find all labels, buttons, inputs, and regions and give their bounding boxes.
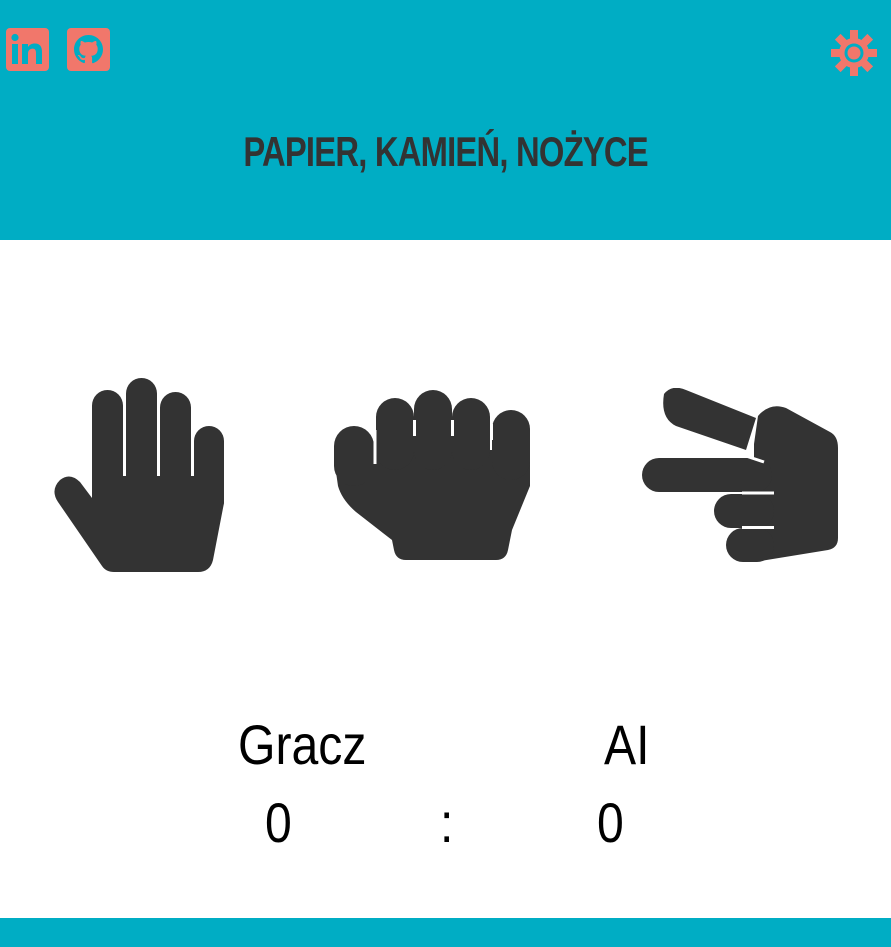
github-link[interactable]: [67, 28, 110, 71]
player-score: 0: [265, 791, 292, 854]
ai-label: AI: [604, 713, 650, 776]
linkedin-link[interactable]: [6, 28, 49, 71]
header: PAPIER, KAMIEŃ, NOŻYCE: [0, 0, 891, 240]
player-label: Gracz: [238, 713, 367, 776]
github-icon: [67, 28, 110, 71]
hand-scissors-icon: [642, 387, 838, 562]
scissors-button[interactable]: [642, 387, 839, 562]
settings-button[interactable]: [829, 28, 879, 78]
rock-button[interactable]: [334, 390, 531, 562]
score-separator: :: [440, 791, 454, 854]
gear-icon: [831, 30, 877, 76]
hand-rock-icon: [334, 390, 530, 560]
page-title: PAPIER, KAMIEŃ, NOŻYCE: [243, 128, 648, 175]
paper-button[interactable]: [52, 378, 224, 574]
linkedin-icon: [6, 28, 49, 71]
hand-paper-icon: [54, 378, 224, 572]
footer: [0, 918, 891, 947]
ai-score: 0: [597, 791, 624, 854]
